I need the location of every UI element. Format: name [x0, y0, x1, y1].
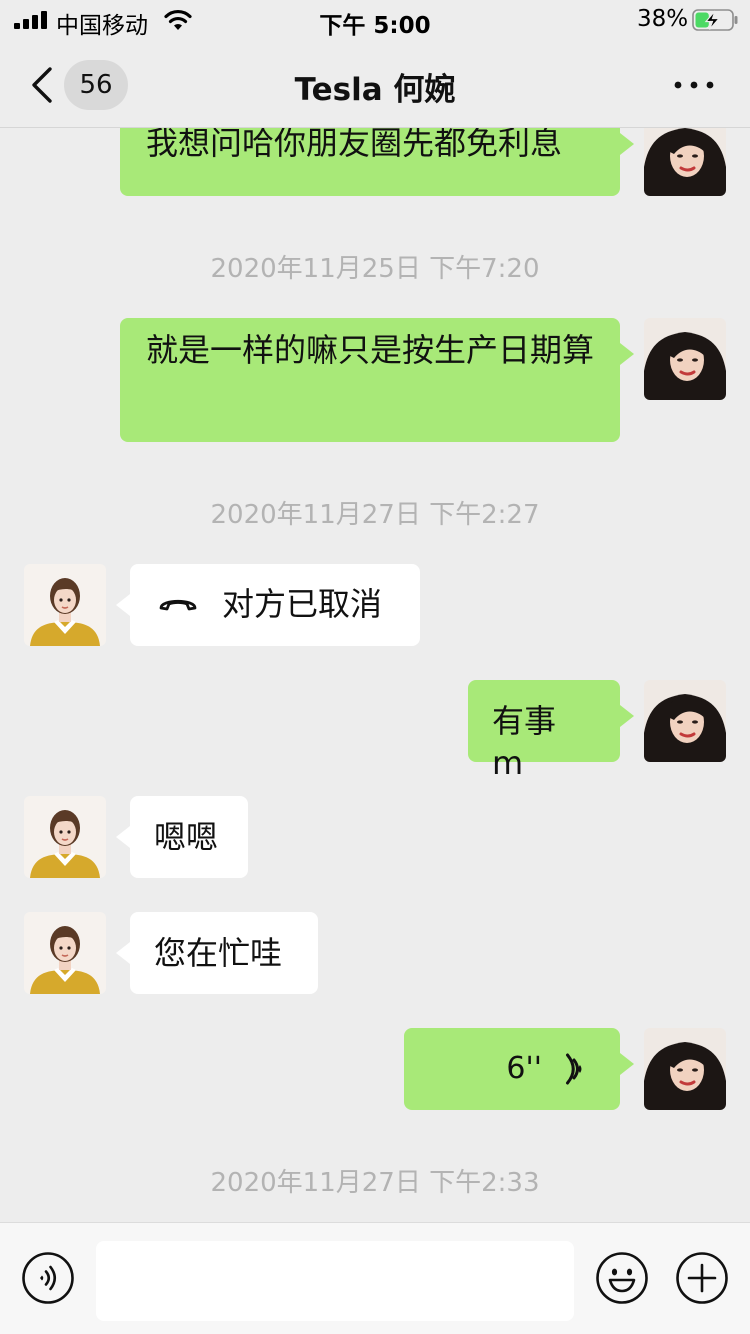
call-record-bubble[interactable]: 对方已取消: [116, 564, 420, 646]
contact-avatar[interactable]: [24, 564, 106, 646]
my-avatar[interactable]: [644, 1028, 726, 1110]
voice-duration: 6'': [506, 1051, 542, 1086]
message-input[interactable]: [96, 1241, 574, 1321]
message-list[interactable]: 我想问哈你朋友圈先都免利息 2020年11月25日 下午7:20 就是一样的嘛只…: [0, 128, 750, 1222]
my-message-bubble[interactable]: 就是一样的嘛只是按生产日期算: [120, 318, 634, 442]
chat-screen: 中国移动 下午 5:00 38% 56 Tesla 何婉 我想问哈你朋友圈先都免…: [0, 0, 750, 1334]
status-bar: 中国移动 下午 5:00 38%: [0, 0, 750, 42]
voice-input-button[interactable]: [21, 1251, 75, 1305]
my-message-bubble[interactable]: 我想问哈你朋友圈先都免利息: [120, 128, 634, 196]
voice-wave-icon: [566, 1053, 582, 1085]
battery-percent: 38%: [637, 6, 689, 32]
my-avatar[interactable]: [644, 318, 726, 400]
my-voice-message[interactable]: 6'': [404, 1028, 634, 1110]
chat-title: Tesla 何婉: [294, 72, 456, 108]
contact-avatar[interactable]: [24, 912, 106, 994]
phone-hangup-icon: [159, 599, 197, 611]
message-timestamp: 2020年11月27日 下午2:27: [210, 500, 540, 530]
call-status-text: 对方已取消: [222, 585, 383, 623]
contact-message-bubble[interactable]: 嗯嗯: [116, 796, 248, 878]
nav-bar: 56 Tesla 何婉: [0, 42, 750, 128]
my-avatar[interactable]: [644, 128, 726, 196]
battery-charging-icon: [692, 9, 738, 31]
input-bar: [0, 1222, 750, 1334]
contact-message-bubble[interactable]: 您在忙哇: [116, 912, 318, 994]
my-avatar[interactable]: [644, 680, 726, 762]
message-text: 您在忙哇: [154, 934, 283, 972]
contact-avatar[interactable]: [24, 796, 106, 878]
message-timestamp: 2020年11月25日 下午7:20: [210, 254, 540, 284]
message-timestamp: 2020年11月27日 下午2:33: [210, 1168, 540, 1198]
more-functions-button[interactable]: [675, 1251, 729, 1305]
message-text: 就是一样的嘛只是按生产日期算: [146, 331, 595, 369]
my-message-bubble[interactable]: 有事 m: [468, 680, 634, 782]
more-options-icon[interactable]: [672, 78, 716, 92]
message-text: 我想问哈你朋友圈先都免利息: [146, 128, 563, 162]
message-text: 有事 m: [492, 702, 557, 782]
emoji-button[interactable]: [595, 1251, 649, 1305]
message-text: 嗯嗯: [154, 818, 219, 856]
